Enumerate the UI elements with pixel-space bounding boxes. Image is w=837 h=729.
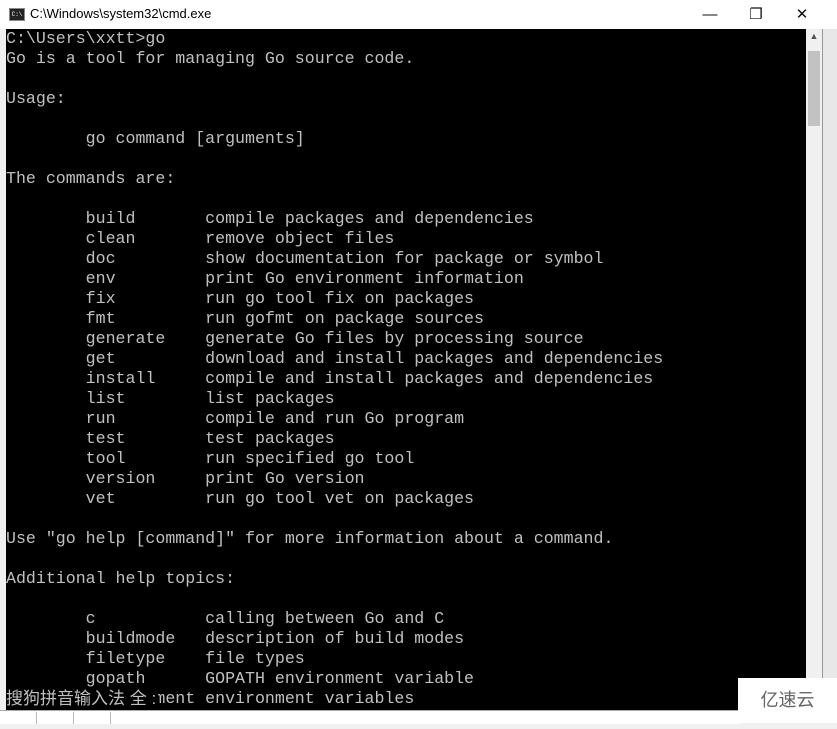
console-line: get download and install packages and de…	[6, 349, 664, 368]
console-line: generate generate Go files by processing…	[6, 329, 584, 348]
console-line: run compile and run Go program	[6, 409, 465, 428]
console-line: filetype file types	[6, 649, 305, 668]
console-line: The commands are:	[6, 169, 176, 188]
window-title: C:\Windows\system32\cmd.exe	[30, 6, 212, 21]
background-tab	[41, 712, 74, 724]
console-line: version print Go version	[6, 469, 365, 488]
watermark-logo: 亿速云	[738, 678, 837, 723]
console-line: clean remove object files	[6, 229, 395, 248]
console-output[interactable]: C:\Users\xxtt>go Go is a tool for managin…	[6, 29, 806, 710]
console-line: gopath GOPATH environment variable	[6, 669, 475, 688]
console-line: tool run specified go tool	[6, 449, 415, 468]
scroll-up-icon[interactable]: ▲	[806, 31, 822, 41]
console-line: c calling between Go and C	[6, 609, 445, 628]
console-line: Go is a tool for managing Go source code…	[6, 49, 415, 68]
background-taskbar-strip	[0, 710, 740, 724]
console-line: fix run go tool fix on packages	[6, 289, 475, 308]
console-line: doc show documentation for package or sy…	[6, 249, 604, 268]
close-button[interactable]: ✕	[779, 0, 825, 29]
ime-status: 搜狗拼音输入法 全 :	[6, 689, 159, 709]
cmd-icon: C:\	[9, 8, 25, 21]
console-line: buildmode description of build modes	[6, 629, 465, 648]
console-line: build compile packages and dependencies	[6, 209, 534, 228]
maximize-button[interactable]: ❐	[733, 0, 779, 29]
console-line: test test packages	[6, 429, 335, 448]
console-line: install compile and install packages and…	[6, 369, 654, 388]
background-tab	[78, 712, 111, 724]
console-line: Usage:	[6, 89, 66, 108]
console-line: vet run go tool vet on packages	[6, 489, 475, 508]
console-line: C:\Users\xxtt>go	[6, 29, 166, 48]
background-window-edge	[822, 29, 837, 723]
console-line: Use "go help [command]" for more informa…	[6, 529, 614, 548]
background-tab	[4, 712, 37, 724]
title-bar: C:\ C:\Windows\system32\cmd.exe — ❐ ✕	[0, 0, 837, 29]
minimize-button[interactable]: —	[687, 0, 733, 29]
console-line: fmt run gofmt on package sources	[6, 309, 484, 328]
scrollbar-thumb[interactable]	[808, 51, 820, 126]
console-line: env print Go environment information	[6, 269, 524, 288]
console-line: go command [arguments]	[6, 129, 305, 148]
vertical-scrollbar[interactable]: ▲	[806, 29, 822, 710]
console-line: Additional help topics:	[6, 569, 236, 588]
console-line: list list packages	[6, 389, 335, 408]
